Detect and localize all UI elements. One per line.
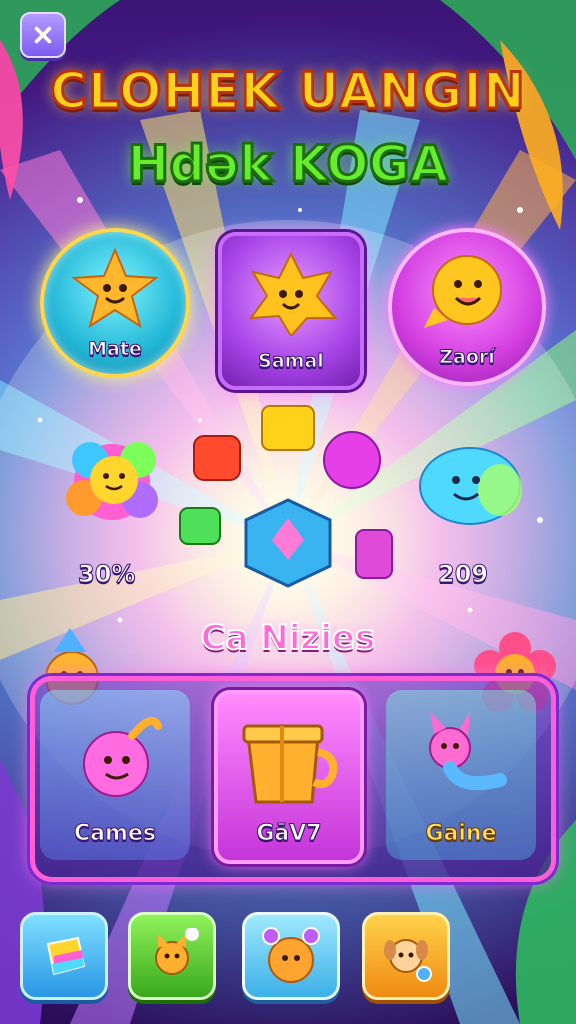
mode-button-samal[interactable]: Samal xyxy=(218,232,364,390)
game-title-line1: CLOHEK UANGIN xyxy=(49,61,527,122)
nav-button-home[interactable] xyxy=(242,912,340,1000)
game-label-gav7: GāV7 xyxy=(256,821,322,847)
game-label-cames: Cames xyxy=(74,821,157,847)
mode-label-mate: Mate xyxy=(88,338,143,361)
mode-button-zaori[interactable]: Zaorí xyxy=(388,228,546,386)
nav-button-gems[interactable] xyxy=(20,912,108,1000)
flower-character-icon xyxy=(66,442,158,520)
game-card-gaine[interactable]: Gaine xyxy=(386,690,536,860)
game-label-gaine: Gaine xyxy=(425,821,497,847)
game-card-cames[interactable]: Cames xyxy=(40,690,190,860)
cat-character-icon xyxy=(155,928,199,975)
nav-button-friends[interactable] xyxy=(362,912,450,1000)
sun-character-icon xyxy=(424,255,502,328)
close-icon xyxy=(34,26,52,44)
jelly-character-icon xyxy=(419,447,522,525)
rainbow-gem-icon xyxy=(46,936,86,976)
green-candy-icon xyxy=(179,507,221,545)
sun-buddy-icon xyxy=(262,927,320,983)
dog-character-icon xyxy=(384,939,432,982)
mode-button-mate[interactable]: Mate xyxy=(40,228,190,378)
yellow-candy-icon xyxy=(261,405,315,451)
game-title-line2: Hdək KOGA xyxy=(126,134,450,195)
stat-right-value: 209 xyxy=(437,560,489,589)
mode-label-zaori: Zaorí xyxy=(439,346,496,369)
sun-star-character-icon xyxy=(248,252,337,336)
game-card-gav7[interactable]: GāV7 xyxy=(214,690,364,864)
gift-box-icon xyxy=(242,724,338,804)
close-button[interactable] xyxy=(20,12,66,58)
pink-bunny-icon xyxy=(83,716,162,797)
mode-label-samal: Samal xyxy=(258,350,325,373)
stat-left-value: 30% xyxy=(77,560,136,589)
game-screen: CLOHEK UANGIN Hdək KOGA Mate Samal Zaorí xyxy=(0,0,576,1024)
pink-candy-icon xyxy=(355,529,393,579)
red-candy-icon xyxy=(193,435,241,481)
fox-character-icon xyxy=(429,712,507,790)
purple-candy-icon xyxy=(323,431,381,489)
star-character-icon xyxy=(71,248,159,328)
nav-button-pets[interactable] xyxy=(128,912,216,1000)
